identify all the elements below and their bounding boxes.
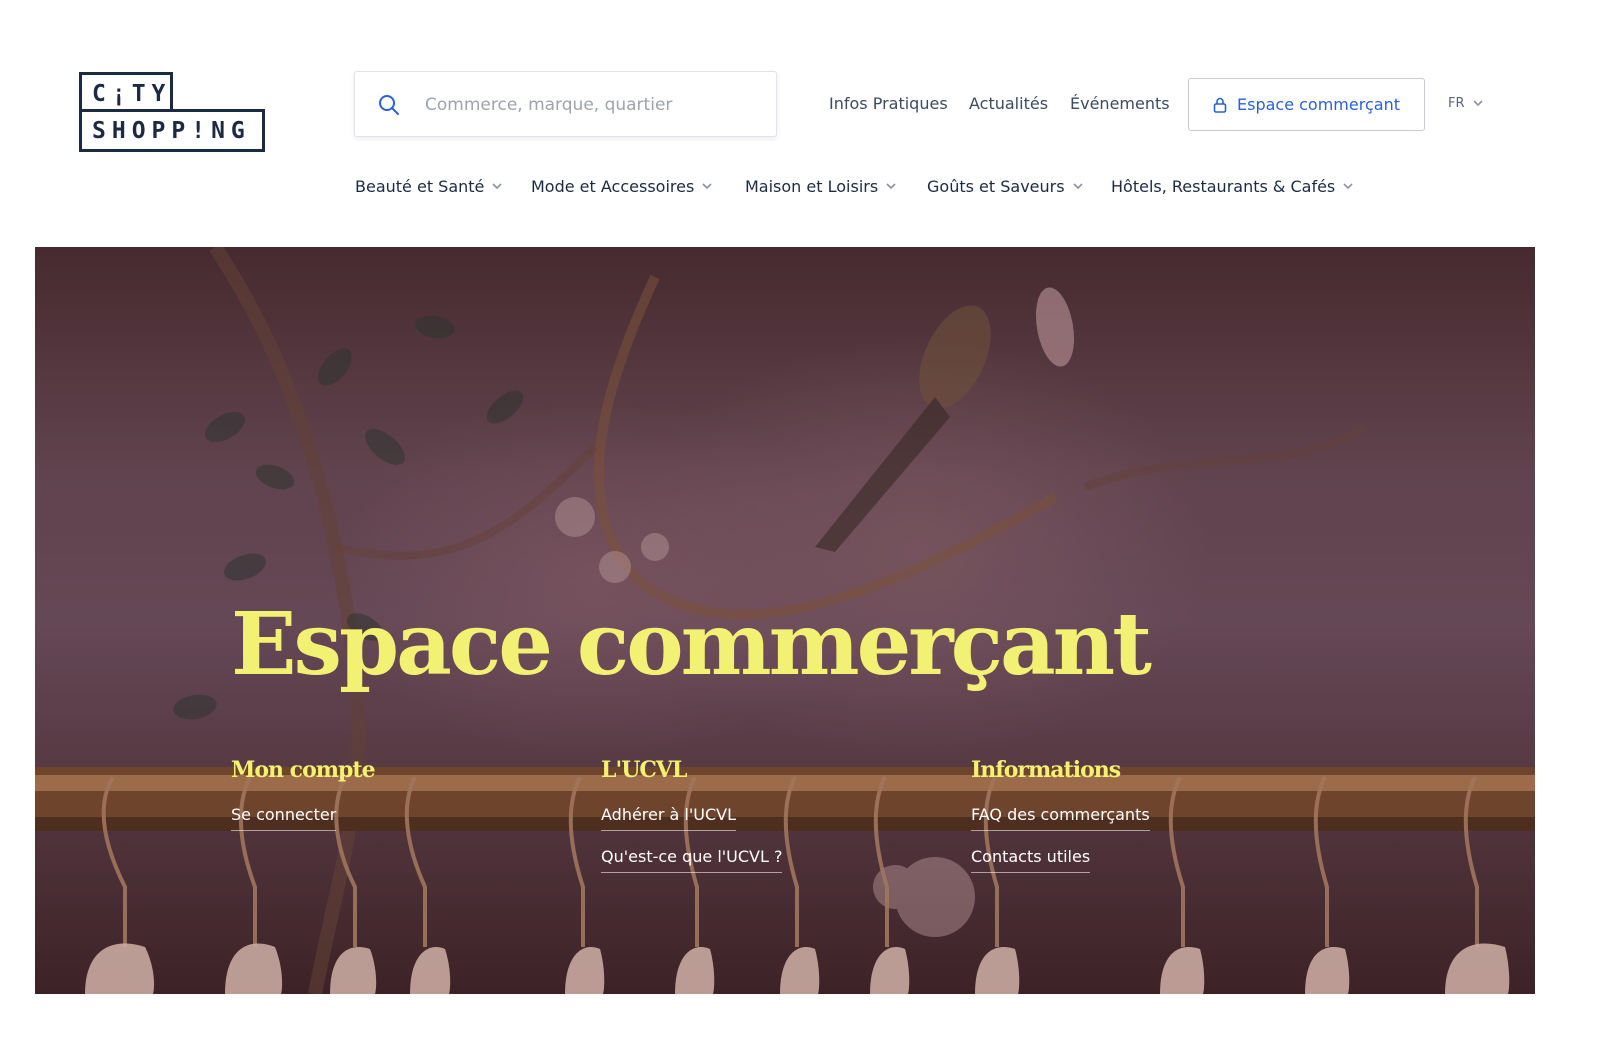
search-input[interactable]	[425, 88, 755, 122]
column-heading: Informations	[971, 757, 1121, 783]
nav-infos-pratiques[interactable]: Infos Pratiques	[829, 94, 948, 113]
logo-line-shopping: SHOPP!NG	[79, 109, 265, 152]
link-faq-commercants[interactable]: FAQ des commerçants	[971, 805, 1150, 831]
category-maison-loisirs[interactable]: Maison et Loisirs	[745, 177, 896, 196]
site-logo[interactable]: C¡TY SHOPP!NG	[79, 72, 265, 152]
column-heading: L'UCVL	[601, 757, 687, 783]
search-icon[interactable]	[377, 93, 401, 117]
chevron-down-icon	[1343, 183, 1353, 190]
category-label: Beauté et Santé	[355, 177, 485, 196]
chevron-down-icon	[1072, 183, 1083, 190]
logo-line-city: C¡TY	[79, 72, 173, 112]
hero-title: Espace commerçant	[231, 594, 1152, 695]
language-label: FR	[1448, 96, 1465, 111]
nav-actualites[interactable]: Actualités	[969, 94, 1048, 113]
search-box[interactable]	[354, 71, 777, 137]
category-label: Goûts et Saveurs	[927, 177, 1065, 196]
hero-column-informations: Informations FAQ des commerçants Contact…	[971, 757, 1150, 889]
chevron-down-icon	[492, 183, 502, 190]
category-label: Mode et Accessoires	[531, 177, 695, 196]
hero-column-ucvl: L'UCVL Adhérer à l'UCVL Qu'est-ce que l'…	[601, 757, 783, 889]
hero-banner: Espace commerçant Mon compte Se connecte…	[35, 247, 1535, 994]
category-label: Maison et Loisirs	[745, 177, 879, 196]
chevron-down-icon	[702, 183, 712, 190]
nav-evenements[interactable]: Événements	[1070, 94, 1170, 113]
lock-icon	[1213, 97, 1227, 113]
category-beaute-sante[interactable]: Beauté et Santé	[355, 177, 502, 196]
category-mode-accessoires[interactable]: Mode et Accessoires	[531, 177, 712, 196]
category-hotels-restaurants-cafes[interactable]: Hôtels, Restaurants & Cafés	[1111, 177, 1353, 196]
merchant-space-button[interactable]: Espace commerçant	[1188, 78, 1425, 131]
category-label: Hôtels, Restaurants & Cafés	[1111, 177, 1336, 196]
link-quest-ce-que-ucvl[interactable]: Qu'est-ce que l'UCVL ?	[601, 847, 783, 873]
column-heading: Mon compte	[231, 757, 376, 783]
link-adherer-ucvl[interactable]: Adhérer à l'UCVL	[601, 805, 737, 831]
language-selector[interactable]: FR	[1448, 96, 1483, 111]
merchant-space-label: Espace commerçant	[1237, 95, 1400, 114]
chevron-down-icon	[1472, 100, 1483, 107]
chevron-down-icon	[886, 183, 896, 190]
link-contacts-utiles[interactable]: Contacts utiles	[971, 847, 1091, 873]
hero-column-mon-compte: Mon compte Se connecter	[231, 757, 376, 847]
link-se-connecter[interactable]: Se connecter	[231, 805, 337, 831]
category-gouts-saveurs[interactable]: Goûts et Saveurs	[927, 177, 1083, 196]
